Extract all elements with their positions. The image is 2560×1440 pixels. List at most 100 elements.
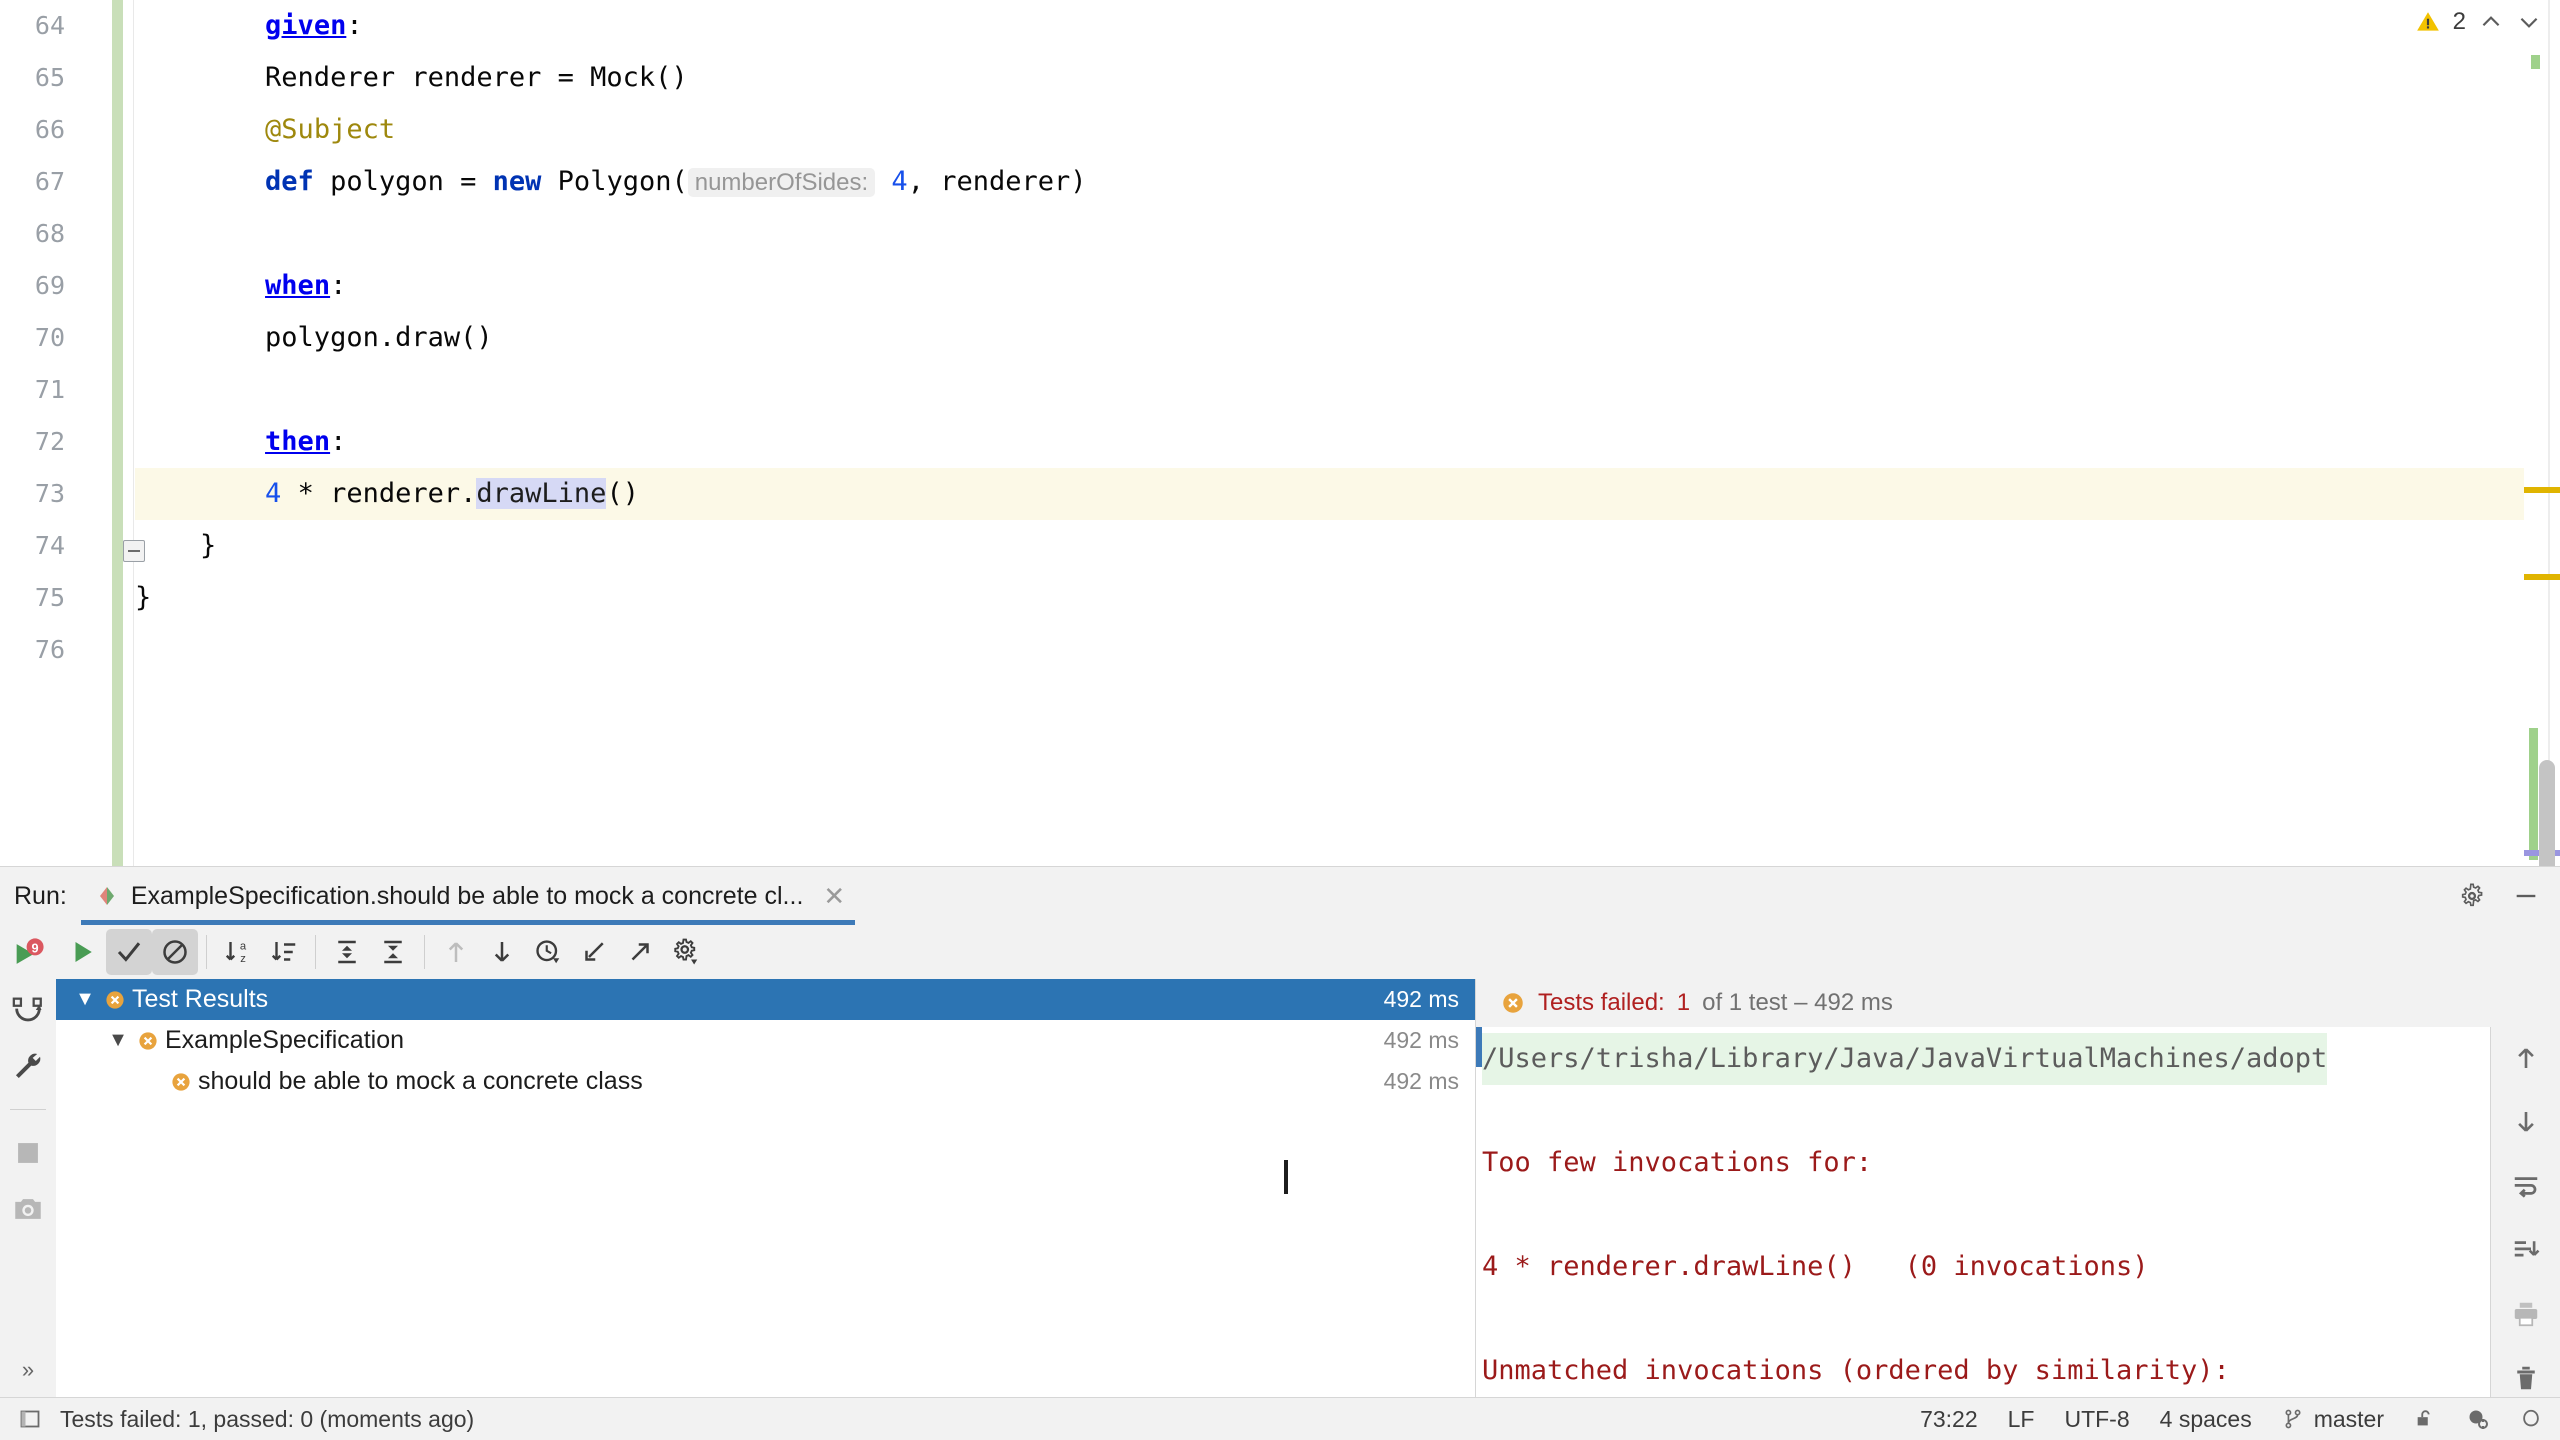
- stop-square-icon[interactable]: [11, 1136, 45, 1170]
- code-token: }: [135, 530, 217, 561]
- test-tree-row[interactable]: ▼ Test Results 492 ms: [56, 979, 1475, 1020]
- git-branch-widget[interactable]: master: [2282, 1406, 2384, 1433]
- indent-setting[interactable]: 4 spaces: [2160, 1406, 2252, 1433]
- console-body[interactable]: /Users/trisha/Library/Java/JavaVirtualMa…: [1476, 1027, 2560, 1397]
- line-number[interactable]: 71: [5, 364, 65, 416]
- code-line[interactable]: Renderer renderer = Mock(): [135, 52, 688, 104]
- code-line[interactable]: then:: [135, 416, 346, 468]
- test-duration: 492 ms: [1383, 1027, 1459, 1053]
- sort-az-button[interactable]: a z: [215, 929, 261, 975]
- test-failed-icon: [164, 1070, 198, 1094]
- sort-duration-button[interactable]: [261, 929, 307, 975]
- code-text-area[interactable]: given: Renderer renderer = Mock() @Subje…: [135, 0, 2560, 866]
- rerun-icon[interactable]: 9: [11, 937, 45, 971]
- arrow-up-icon[interactable]: [2511, 1043, 2541, 1073]
- previous-problem-button[interactable]: [2478, 9, 2504, 35]
- scroll-to-end-icon[interactable]: [2511, 1235, 2541, 1265]
- run-configuration-tab[interactable]: ExampleSpecification.should be able to m…: [80, 867, 856, 925]
- next-failed-test-button[interactable]: [479, 929, 525, 975]
- rerun-tests-button[interactable]: [60, 929, 106, 975]
- import-tests-button[interactable]: [571, 929, 617, 975]
- test-output-console[interactable]: Tests failed: 1 of 1 test – 492 ms /User…: [1476, 979, 2560, 1397]
- inspections-widget[interactable]: 2: [2415, 8, 2542, 36]
- tests-toolbar: a z: [56, 925, 2560, 979]
- inspections-widget-icon[interactable]: [2466, 1407, 2490, 1431]
- rerun-failed-icon[interactable]: [11, 993, 45, 1027]
- line-number[interactable]: 64: [5, 0, 65, 52]
- line-number[interactable]: 75: [5, 572, 65, 624]
- file-encoding[interactable]: UTF-8: [2064, 1406, 2129, 1433]
- expand-all-button[interactable]: [324, 929, 370, 975]
- expand-caret-icon[interactable]: ▼: [72, 988, 98, 1011]
- warning-marker-2[interactable]: [2524, 574, 2560, 580]
- console-text[interactable]: /Users/trisha/Library/Java/JavaVirtualMa…: [1476, 1027, 2490, 1397]
- trash-icon[interactable]: [2511, 1363, 2541, 1393]
- close-icon[interactable]: ✕: [815, 881, 845, 912]
- test-tree-row[interactable]: ▼ ExampleSpecification 492 ms: [56, 1020, 1475, 1061]
- test-tree-row[interactable]: should be able to mock a concrete class 4…: [56, 1061, 1475, 1102]
- code-token: given: [265, 10, 347, 41]
- code-line[interactable]: 4 * renderer.drawLine(): [135, 468, 639, 520]
- wrench-icon[interactable]: [11, 1049, 45, 1083]
- toolbar-divider: [424, 935, 425, 969]
- line-number[interactable]: 76: [5, 624, 65, 676]
- line-number[interactable]: 68: [5, 208, 65, 260]
- notification-icon[interactable]: [2520, 1407, 2542, 1431]
- code-token: new: [492, 166, 542, 197]
- caret-position[interactable]: 73:22: [1920, 1406, 1978, 1433]
- svg-text:z: z: [240, 953, 246, 965]
- tests-total-label: of 1 test – 492 ms: [1702, 989, 1893, 1016]
- settings-gear-icon[interactable]: [2458, 882, 2486, 910]
- expand-caret-icon[interactable]: ▼: [105, 1029, 131, 1052]
- status-bar: Tests failed: 1, passed: 0 (moments ago)…: [0, 1397, 2560, 1440]
- code-line[interactable]: def polygon = new Polygon(numberOfSides:…: [135, 156, 1087, 208]
- warning-triangle-icon: [2415, 9, 2441, 35]
- code-line[interactable]: }: [135, 572, 151, 624]
- code-token: 4: [891, 166, 908, 197]
- collapse-all-button[interactable]: [370, 929, 416, 975]
- editor-scrollbar-track[interactable]: [2548, 0, 2550, 866]
- double-chevron-right-icon[interactable]: »: [0, 1357, 56, 1383]
- hide-ignored-toggle[interactable]: [152, 929, 198, 975]
- code-token: 4: [265, 478, 282, 509]
- line-number[interactable]: 66: [5, 104, 65, 156]
- show-passed-toggle[interactable]: [106, 929, 152, 975]
- soft-wrap-icon[interactable]: [2511, 1171, 2541, 1201]
- code-line[interactable]: @Subject: [135, 104, 395, 156]
- line-number[interactable]: 74: [5, 520, 65, 572]
- line-separator[interactable]: LF: [2008, 1406, 2035, 1433]
- editor-scrollbar-thumb[interactable]: [2539, 760, 2555, 866]
- line-number[interactable]: 65: [5, 52, 65, 104]
- export-tests-button[interactable]: [617, 929, 663, 975]
- previous-failed-test-button[interactable]: [433, 929, 479, 975]
- printer-icon[interactable]: [2511, 1299, 2541, 1329]
- toggle-sidebar-icon[interactable]: [18, 1407, 42, 1431]
- line-number[interactable]: 73: [5, 468, 65, 520]
- line-number[interactable]: 70: [5, 312, 65, 364]
- editor-gutter[interactable]: 64 65 66 67 68 69 70 71 72 73 74 75 76: [0, 0, 181, 866]
- minimize-icon[interactable]: [2512, 882, 2540, 910]
- code-line[interactable]: when:: [135, 260, 346, 312]
- unlocked-padlock-icon[interactable]: [2414, 1407, 2436, 1431]
- arrow-down-icon[interactable]: [2511, 1107, 2541, 1137]
- test-results-tree[interactable]: ▼ Test Results 492 ms ▼ ExampleSpecification…: [56, 979, 1476, 1397]
- next-problem-button[interactable]: [2516, 9, 2542, 35]
- test-history-button[interactable]: [525, 929, 571, 975]
- editor-marker-bar[interactable]: [2524, 0, 2560, 866]
- code-editor[interactable]: 64 65 66 67 68 69 70 71 72 73 74 75 76 given: Render…: [0, 0, 2560, 866]
- code-line[interactable]: given:: [135, 0, 363, 52]
- line-number[interactable]: 72: [5, 416, 65, 468]
- console-line: Unmatched invocations (ordered by simila…: [1482, 1345, 2490, 1397]
- console-line: 4 * renderer.drawLine() (0 invocations): [1482, 1241, 2490, 1293]
- warning-marker-1[interactable]: [2524, 487, 2560, 493]
- line-number[interactable]: 67: [5, 156, 65, 208]
- test-settings-gear-icon[interactable]: [663, 929, 709, 975]
- code-line[interactable]: }: [135, 520, 216, 572]
- run-panes: ▼ Test Results 492 ms ▼ ExampleSpecification…: [56, 979, 2560, 1397]
- line-number[interactable]: 69: [5, 260, 65, 312]
- code-line[interactable]: polygon.draw(): [135, 312, 493, 364]
- camera-icon[interactable]: [11, 1192, 45, 1226]
